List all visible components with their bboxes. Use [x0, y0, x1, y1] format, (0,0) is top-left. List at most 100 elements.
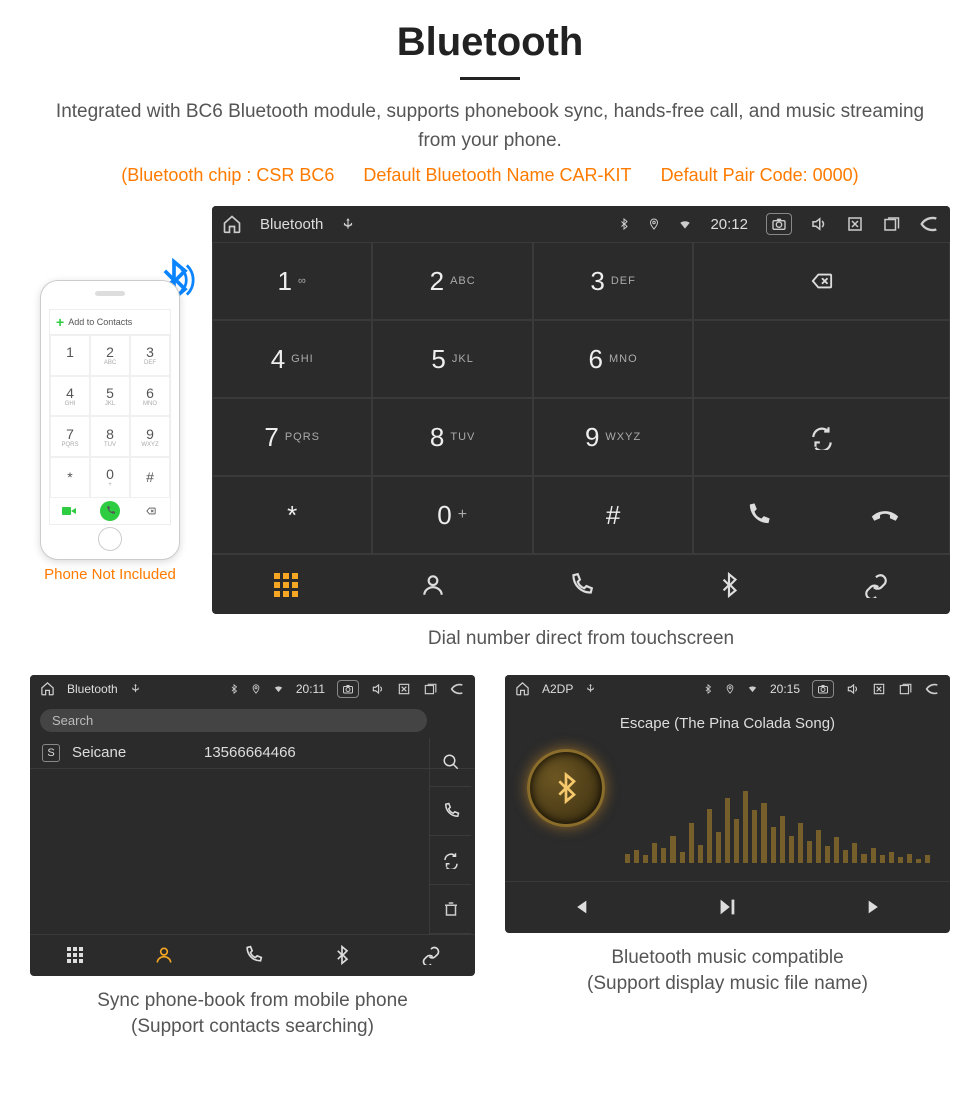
- search-button[interactable]: [429, 738, 471, 787]
- key-hash[interactable]: #: [533, 476, 693, 554]
- call-actions: [693, 476, 950, 554]
- sync-button[interactable]: [693, 398, 950, 476]
- grid-icon: [274, 573, 298, 597]
- grid-icon: [67, 947, 83, 963]
- bluetooth-specs: (Bluetooth chip : CSR BC6 Default Blueto…: [0, 165, 980, 186]
- nav-pair[interactable]: [386, 934, 475, 976]
- equalizer: [625, 773, 930, 863]
- nav-dialpad[interactable]: [212, 554, 360, 614]
- usb-icon: [585, 683, 596, 694]
- page-subtitle: Integrated with BC6 Bluetooth module, su…: [0, 98, 980, 155]
- backspace-icon: [144, 506, 158, 516]
- key-0[interactable]: 0+: [372, 476, 532, 554]
- call-button[interactable]: [429, 787, 471, 836]
- contacts-side-actions: [429, 738, 471, 934]
- contacts-statusbar: Bluetooth 20:11: [30, 675, 475, 703]
- delete-button[interactable]: [429, 885, 471, 934]
- phone-mockup: + Add to Contacts 1 2ABC3DEF 4GHI5JKL6MN…: [40, 280, 180, 560]
- location-icon: [648, 218, 660, 230]
- location-icon: [725, 684, 735, 694]
- nav-calllog[interactable]: [507, 554, 655, 614]
- status-time: 20:15: [770, 682, 800, 696]
- home-icon[interactable]: [40, 681, 55, 696]
- dialer-bottom-nav: [212, 554, 950, 614]
- home-icon[interactable]: [222, 214, 242, 234]
- recent-icon[interactable]: [898, 682, 912, 696]
- video-icon: [62, 506, 76, 516]
- status-title: Bluetooth: [67, 682, 118, 696]
- back-icon[interactable]: [918, 213, 940, 235]
- close-icon[interactable]: [872, 682, 886, 696]
- a2dp-body: Escape (The Pina Colada Song): [505, 703, 950, 933]
- playpause-button[interactable]: [653, 882, 801, 933]
- album-art: [527, 749, 605, 827]
- status-time: 20:11: [296, 682, 325, 696]
- key-9[interactable]: 9WXYZ: [533, 398, 693, 476]
- bluetooth-music-icon: [550, 772, 582, 804]
- dialer-statusbar: Bluetooth 20:12: [212, 206, 950, 242]
- a2dp-panel: A2DP 20:15 Escape (The Pina Colada Song): [505, 675, 950, 933]
- nav-bluetooth[interactable]: [655, 554, 803, 614]
- close-icon[interactable]: [397, 682, 411, 696]
- contact-row[interactable]: S Seicane 13566664466: [30, 738, 475, 769]
- home-icon[interactable]: [515, 681, 530, 696]
- backspace-button[interactable]: [693, 242, 950, 320]
- key-8[interactable]: 8TUV: [372, 398, 532, 476]
- bluetooth-icon: [229, 684, 239, 694]
- phone-call-icon: [100, 501, 120, 521]
- recent-icon[interactable]: [882, 215, 900, 233]
- call-button[interactable]: [694, 501, 821, 529]
- status-time: 20:12: [710, 216, 748, 233]
- volume-icon[interactable]: [371, 682, 385, 696]
- key-star[interactable]: *: [212, 476, 372, 554]
- title-underline: [460, 77, 520, 80]
- contacts-bottom-nav: [30, 934, 475, 976]
- a2dp-caption: Bluetooth music compatible (Support disp…: [505, 945, 950, 998]
- dialpad: 1∞ 2ABC 3DEF 4GHI 5JKL 6MNO 7PQRS 8TUV 9…: [212, 242, 950, 554]
- back-icon[interactable]: [924, 681, 940, 697]
- spec-chip: (Bluetooth chip : CSR BC6: [121, 165, 334, 185]
- nav-dialpad[interactable]: [30, 934, 119, 976]
- screenshot-icon[interactable]: [766, 213, 792, 235]
- nav-calllog[interactable]: [208, 934, 297, 976]
- screenshot-icon[interactable]: [337, 680, 359, 698]
- recent-icon[interactable]: [423, 682, 437, 696]
- close-icon[interactable]: [846, 215, 864, 233]
- location-icon: [251, 684, 261, 694]
- wifi-icon: [747, 683, 758, 694]
- usb-icon: [130, 683, 141, 694]
- add-contacts-label: Add to Contacts: [68, 317, 132, 327]
- hangup-button[interactable]: [822, 501, 949, 529]
- page-title: Bluetooth: [0, 20, 980, 65]
- key-2[interactable]: 2ABC: [372, 242, 532, 320]
- next-button[interactable]: [802, 882, 950, 933]
- screenshot-icon[interactable]: [812, 680, 834, 698]
- back-icon[interactable]: [449, 681, 465, 697]
- dialer-caption: Dial number direct from touchscreen: [212, 626, 950, 653]
- bluetooth-icon: [703, 684, 713, 694]
- contacts-panel: Bluetooth 20:11 Search S Seicane 1356666…: [30, 675, 475, 976]
- contact-name: Seicane: [72, 744, 192, 761]
- nav-bluetooth[interactable]: [297, 934, 386, 976]
- nav-pair[interactable]: [802, 554, 950, 614]
- bluetooth-icon: [618, 218, 630, 230]
- sync-button[interactable]: [429, 836, 471, 885]
- volume-icon[interactable]: [810, 215, 828, 233]
- add-icon: +: [56, 314, 64, 330]
- key-3[interactable]: 3DEF: [533, 242, 693, 320]
- nav-contacts[interactable]: [360, 554, 508, 614]
- phone-dialpad: 1 2ABC3DEF 4GHI5JKL6MNO 7PQRS8TUV9WXYZ *…: [50, 335, 170, 498]
- key-1[interactable]: 1∞: [212, 242, 372, 320]
- prev-button[interactable]: [505, 882, 653, 933]
- key-7[interactable]: 7PQRS: [212, 398, 372, 476]
- contact-letter: S: [42, 744, 60, 762]
- nav-contacts[interactable]: [119, 934, 208, 976]
- phone-caption: Phone Not Included: [30, 566, 190, 583]
- contacts-caption: Sync phone-book from mobile phone (Suppo…: [30, 988, 475, 1041]
- wifi-icon: [678, 217, 692, 231]
- key-6[interactable]: 6MNO: [533, 320, 693, 398]
- key-5[interactable]: 5JKL: [372, 320, 532, 398]
- key-4[interactable]: 4GHI: [212, 320, 372, 398]
- volume-icon[interactable]: [846, 682, 860, 696]
- search-input[interactable]: Search: [40, 709, 427, 732]
